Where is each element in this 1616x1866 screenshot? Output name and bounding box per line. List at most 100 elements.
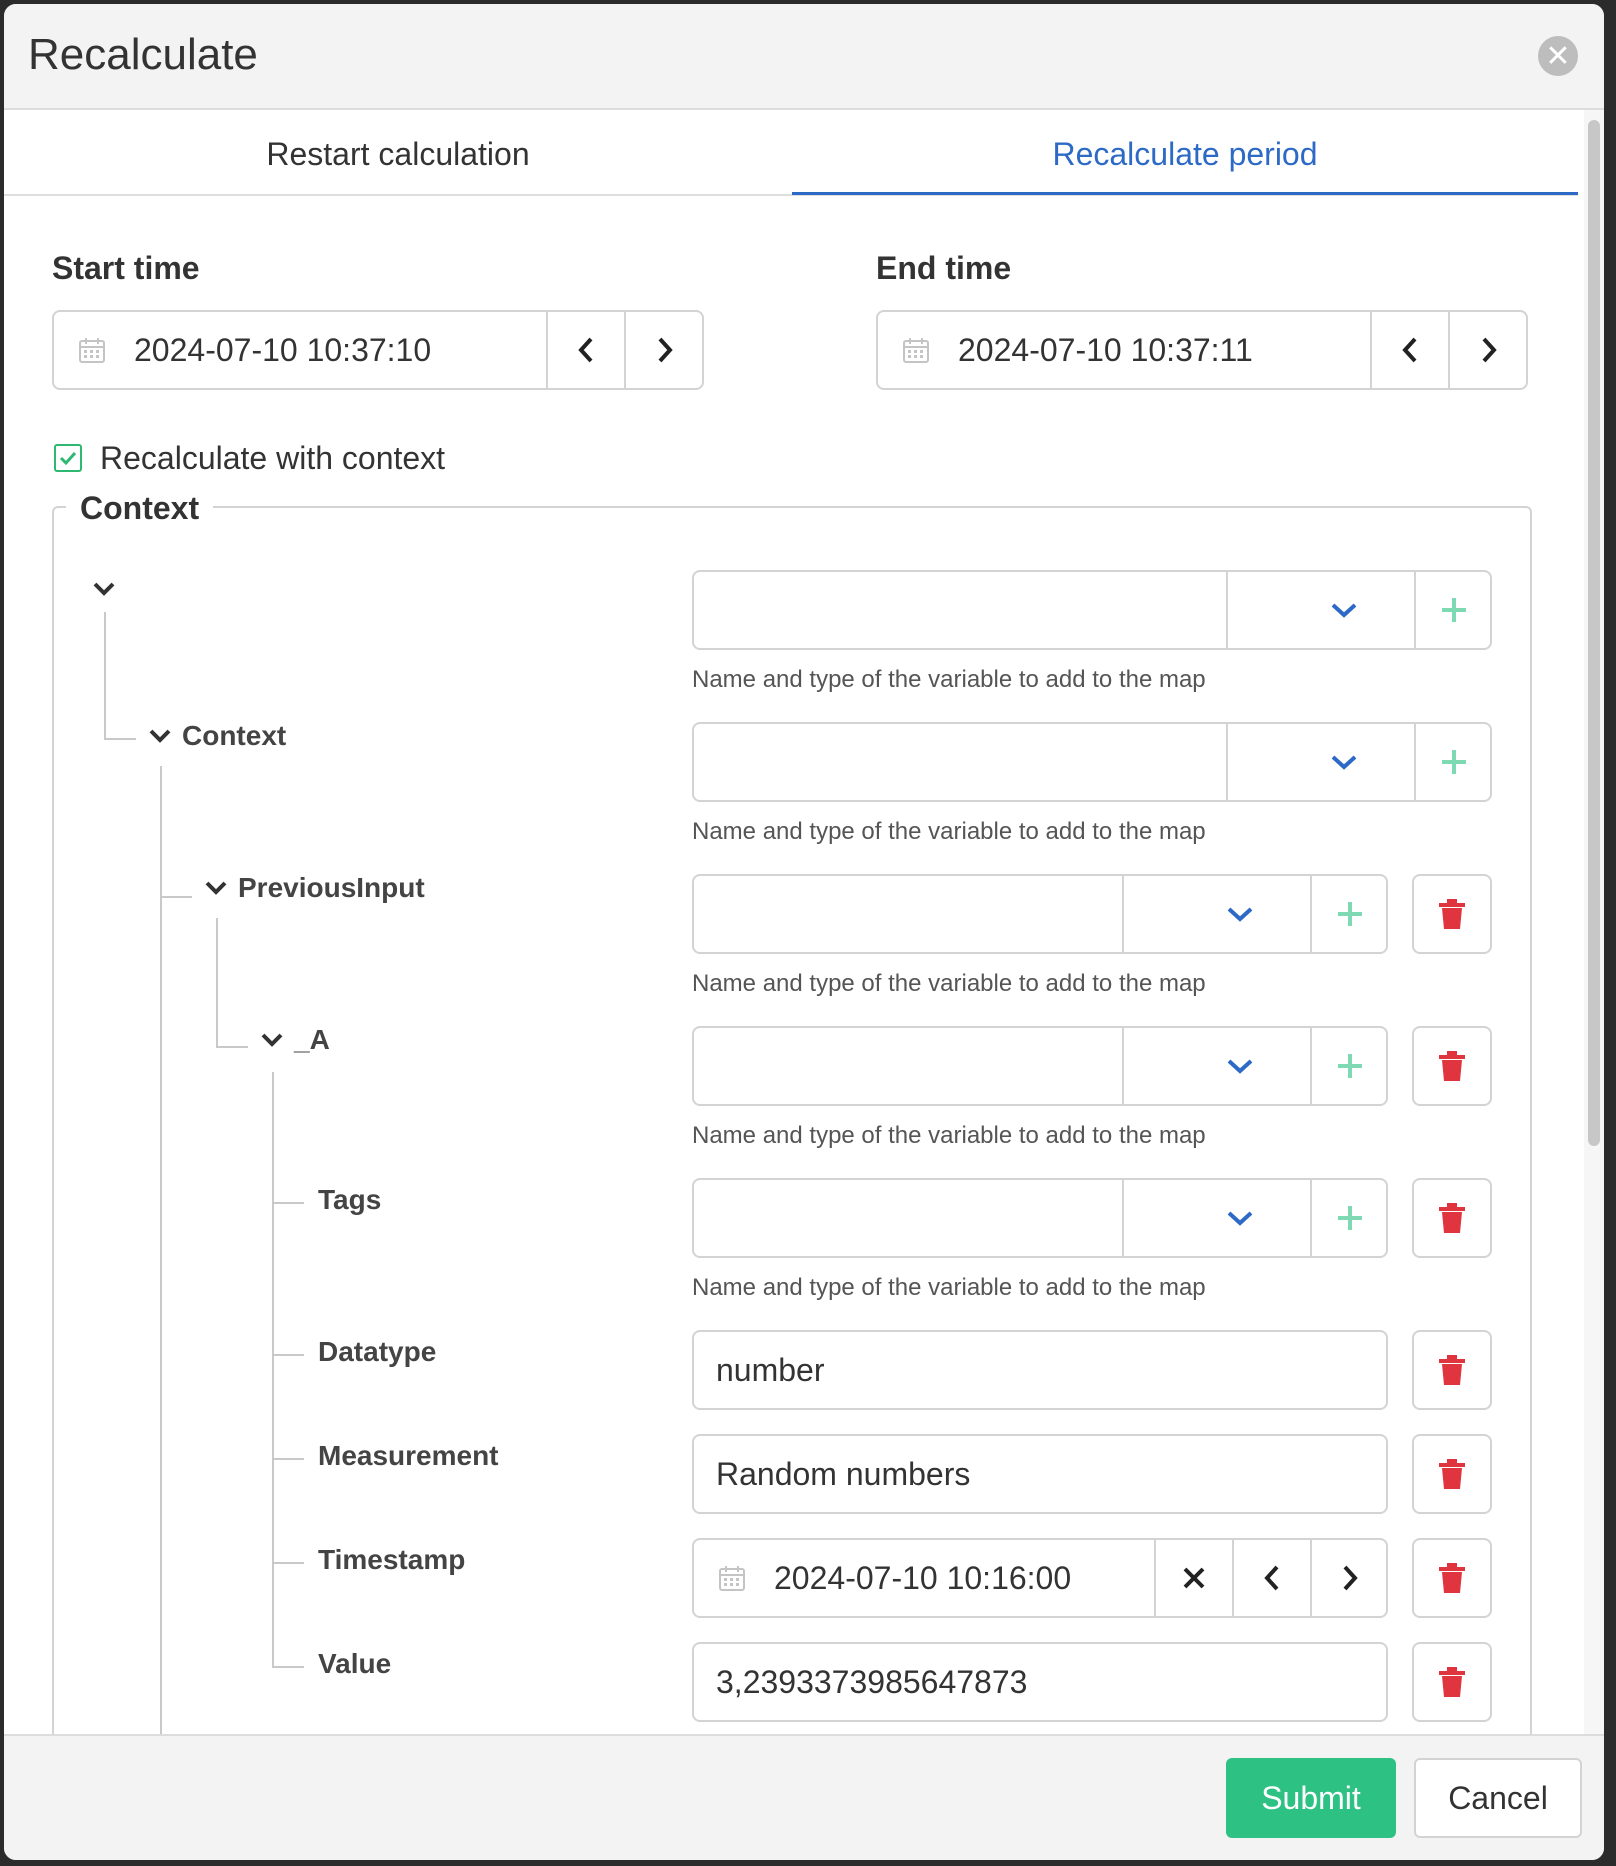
variable-name-input[interactable]: [694, 1180, 1122, 1256]
delete-button[interactable]: [1412, 1026, 1492, 1106]
start-time-next-button[interactable]: [624, 312, 704, 388]
tree-node-root[interactable]: [92, 580, 126, 598]
chevron-down-icon: [149, 729, 171, 743]
start-time-prev-button[interactable]: [546, 312, 624, 388]
trash-icon: [1439, 1459, 1465, 1489]
trash-icon: [1439, 899, 1465, 929]
active-tab-indicator: [792, 192, 1578, 195]
delete-button[interactable]: [1412, 1178, 1492, 1258]
add-variable-hint: Name and type of the variable to add to …: [692, 1274, 1206, 1301]
add-variable-button[interactable]: [1310, 876, 1386, 952]
calendar-icon: [903, 338, 929, 363]
chevron-right-icon: [1343, 1565, 1358, 1591]
variable-type-select[interactable]: [1122, 1028, 1310, 1104]
tree-node-previousinput[interactable]: PreviousInput: [204, 872, 425, 904]
value-input[interactable]: 3,2393373985647873: [692, 1642, 1388, 1722]
tab-bar: Restart calculation Recalculate period: [4, 110, 1578, 196]
variable-type-select[interactable]: [1226, 724, 1414, 800]
recalculate-context-checkbox[interactable]: [54, 444, 82, 472]
variable-type-select[interactable]: [1122, 1180, 1310, 1256]
tree-line: [272, 1562, 304, 1564]
tree-line: [216, 1046, 248, 1048]
variable-name-input[interactable]: [694, 1028, 1122, 1104]
end-time-prev-button[interactable]: [1370, 312, 1448, 388]
tab-recalculate-period[interactable]: Recalculate period: [792, 136, 1578, 173]
chevron-down-icon: [1227, 907, 1253, 922]
tab-restart-calculation[interactable]: Restart calculation: [4, 136, 792, 173]
timestamp-picker[interactable]: 2024-07-10 10:16:00: [692, 1538, 1388, 1618]
add-variable-hint: Name and type of the variable to add to …: [692, 1122, 1206, 1149]
submit-button[interactable]: Submit: [1226, 1758, 1396, 1838]
chevron-down-icon: [1227, 1059, 1253, 1074]
tree-node-tags: Tags: [318, 1184, 382, 1215]
close-button[interactable]: ✕: [1538, 36, 1578, 76]
start-time-label: Start time: [52, 250, 200, 286]
datatype-input[interactable]: number: [692, 1330, 1388, 1410]
variable-type-select[interactable]: [1122, 876, 1310, 952]
tree-node-value: Value: [318, 1648, 392, 1679]
end-time-label: End time: [876, 250, 1012, 286]
tree-line: [104, 612, 106, 740]
scrollbar-thumb[interactable]: [1588, 120, 1600, 1146]
chevron-down-icon: [205, 881, 227, 895]
measurement-input[interactable]: Random numbers: [692, 1434, 1388, 1514]
chevron-right-icon: [658, 337, 673, 363]
variable-name-input[interactable]: [694, 572, 1226, 648]
tree-node-context[interactable]: Context: [148, 720, 286, 752]
plus-icon: [1442, 750, 1466, 774]
timestamp-clear-button[interactable]: [1154, 1540, 1232, 1616]
timestamp-prev-button[interactable]: [1232, 1540, 1310, 1616]
end-time-next-button[interactable]: [1448, 312, 1528, 388]
chevron-down-icon: [1331, 603, 1357, 618]
timestamp-next-button[interactable]: [1310, 1540, 1388, 1616]
value-value: 3,2393373985647873: [716, 1664, 1028, 1700]
tree-line: [272, 1666, 304, 1668]
tree-node-datatype: Datatype: [318, 1336, 437, 1367]
variable-name-input[interactable]: [694, 724, 1226, 800]
delete-button[interactable]: [1412, 1330, 1492, 1410]
tree-line: [272, 1072, 274, 1668]
tree-node-a[interactable]: _A: [260, 1024, 330, 1056]
trash-icon: [1439, 1203, 1465, 1233]
tree-node-measurement: Measurement: [318, 1440, 499, 1471]
add-variable-button[interactable]: [1414, 572, 1490, 648]
add-variable-hint: Name and type of the variable to add to …: [692, 666, 1206, 693]
trash-icon: [1439, 1051, 1465, 1081]
delete-button[interactable]: [1412, 1642, 1492, 1722]
tree-line: [160, 896, 192, 898]
add-variable-button[interactable]: [1310, 1028, 1386, 1104]
timestamp-value: 2024-07-10 10:16:00: [774, 1560, 1072, 1596]
delete-button[interactable]: [1412, 874, 1492, 954]
add-variable-hint: Name and type of the variable to add to …: [692, 970, 1206, 997]
chevron-left-icon: [1402, 337, 1417, 363]
cancel-button[interactable]: Cancel: [1414, 1758, 1582, 1838]
recalculate-dialog: Recalculate ✕ Restart calculation Recalc…: [4, 4, 1604, 1860]
recalculate-context-label: Recalculate with context: [100, 440, 446, 476]
check-icon: [59, 451, 77, 466]
trash-icon: [1439, 1563, 1465, 1593]
add-variable-group: [692, 1026, 1388, 1106]
tree-line: [272, 1202, 304, 1204]
chevron-down-icon: [93, 582, 115, 596]
chevron-down-icon: [261, 1033, 283, 1047]
tree-line: [272, 1458, 304, 1460]
add-variable-button[interactable]: [1310, 1180, 1386, 1256]
variable-type-select[interactable]: [1226, 572, 1414, 648]
plus-icon: [1338, 1054, 1362, 1078]
plus-icon: [1442, 598, 1466, 622]
variable-name-input[interactable]: [694, 876, 1122, 952]
dialog-footer: Submit Cancel: [4, 1734, 1604, 1860]
end-time-picker[interactable]: 2024-07-10 10:37:11: [876, 310, 1528, 390]
add-variable-button[interactable]: [1414, 724, 1490, 800]
chevron-left-icon: [578, 337, 593, 363]
delete-button[interactable]: [1412, 1538, 1492, 1618]
delete-button[interactable]: [1412, 1434, 1492, 1514]
calendar-icon: [719, 1566, 745, 1591]
add-variable-group: [692, 722, 1492, 802]
start-time-picker[interactable]: 2024-07-10 10:37:10: [52, 310, 704, 390]
tree-line: [160, 766, 162, 1734]
end-time-value: 2024-07-10 10:37:11: [958, 332, 1253, 368]
trash-icon: [1439, 1355, 1465, 1385]
tree-line: [216, 918, 218, 1048]
close-icon: ✕: [1545, 39, 1571, 73]
